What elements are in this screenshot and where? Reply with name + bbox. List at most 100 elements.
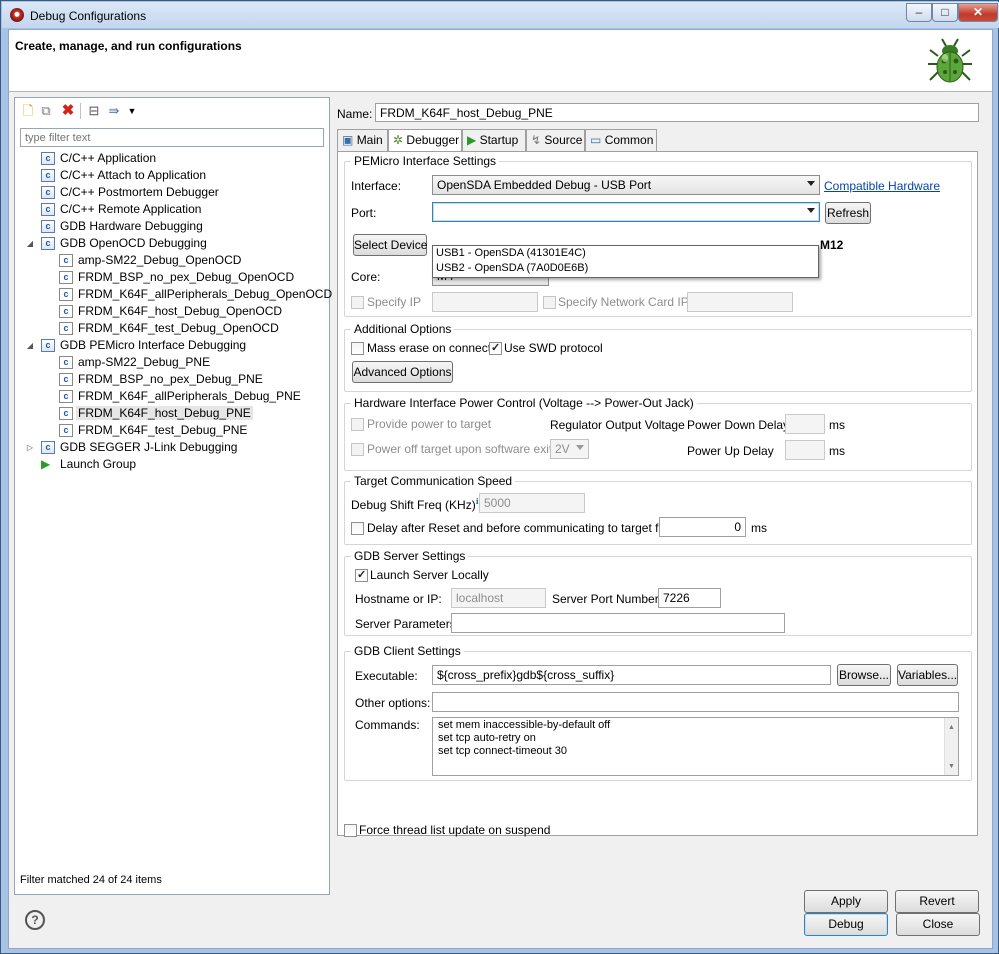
collapse-arrow-icon[interactable]: ◢ bbox=[25, 337, 35, 354]
power-up-ms-label: ms bbox=[829, 444, 845, 458]
apply-button[interactable]: Apply bbox=[804, 890, 888, 913]
other-options-field[interactable] bbox=[432, 692, 959, 712]
duplicate-config-icon[interactable]: ⧉ bbox=[39, 104, 53, 118]
collapse-arrow-icon[interactable]: ◢ bbox=[25, 235, 35, 252]
server-params-field[interactable] bbox=[451, 613, 785, 633]
close-window-button[interactable]: ✕ bbox=[958, 3, 998, 22]
specify-ip-checkbox[interactable] bbox=[351, 296, 364, 309]
tree-config-item[interactable]: c FRDM_K64F_host_Debug_OpenOCD bbox=[59, 303, 282, 320]
expand-arrow-icon[interactable]: ▷ bbox=[25, 439, 35, 456]
voltage-value: 2V bbox=[555, 442, 570, 456]
name-field[interactable]: FRDM_K64F_host_Debug_PNE bbox=[375, 103, 979, 122]
title-bar[interactable]: Debug Configurations – □ ✕ bbox=[2, 2, 999, 28]
client-group-label: GDB Client Settings bbox=[351, 644, 464, 658]
window-title: Debug Configurations bbox=[30, 9, 147, 23]
regulator-label: Regulator Output Voltage bbox=[550, 418, 685, 432]
dialog-window: Debug Configurations – □ ✕ Create, manag… bbox=[0, 0, 999, 954]
commands-textarea[interactable]: set mem inaccessible-by-default off set … bbox=[432, 717, 959, 776]
tree-config-item[interactable]: c FRDM_K64F_test_Debug_PNE bbox=[59, 422, 247, 439]
delete-config-icon[interactable]: ✖ bbox=[61, 103, 75, 118]
tree-category-item[interactable]: ◢ c GDB OpenOCD Debugging bbox=[27, 235, 207, 252]
debug-button[interactable]: Debug bbox=[804, 913, 888, 936]
config-file-icon: c bbox=[59, 373, 73, 386]
browse-button[interactable]: Browse... bbox=[837, 664, 891, 686]
tree-config-item[interactable]: c FRDM_K64F_allPeripherals_Debug_OpenOCD bbox=[59, 286, 332, 303]
power-off-label: Power off target upon software exit bbox=[367, 442, 553, 456]
commands-label: Commands: bbox=[355, 718, 420, 732]
tab-debugger[interactable]: ✲ Debugger bbox=[388, 129, 462, 152]
view-menu-chevron-down-icon[interactable]: ▼ bbox=[125, 104, 139, 118]
launch-server-locally-checkbox[interactable] bbox=[355, 568, 368, 582]
minimize-button[interactable]: – bbox=[906, 3, 932, 22]
revert-button[interactable]: Revert bbox=[895, 890, 979, 913]
shift-freq-field[interactable]: 5000 bbox=[479, 493, 585, 513]
tree-category-item[interactable]: c C/C++ Remote Application bbox=[41, 201, 201, 218]
use-swd-checkbox[interactable] bbox=[489, 341, 502, 355]
close-button[interactable]: Close bbox=[896, 913, 980, 936]
voltage-select[interactable]: 2V bbox=[550, 439, 589, 459]
tree-config-item[interactable]: c FRDM_K64F_host_Debug_PNE bbox=[59, 405, 253, 422]
new-config-icon[interactable]: 🗋 bbox=[21, 104, 35, 118]
tree-item-label: FRDM_K64F_test_Debug_PNE bbox=[78, 423, 248, 437]
server-port-field[interactable]: 7226 bbox=[658, 588, 721, 608]
delay-after-reset-checkbox[interactable] bbox=[351, 522, 364, 535]
tab-common[interactable]: ▭ Common bbox=[585, 129, 657, 151]
executable-field[interactable]: ${cross_prefix}gdb${cross_suffix} bbox=[432, 665, 831, 685]
filter-status: Filter matched 24 of 24 items bbox=[20, 874, 162, 886]
scroll-up-icon[interactable]: ▲ bbox=[948, 721, 955, 734]
tree-category-item[interactable]: c GDB Hardware Debugging bbox=[41, 218, 203, 235]
tab-startup[interactable]: ▶ Startup bbox=[462, 129, 526, 151]
select-device-button[interactable]: Select Device bbox=[353, 234, 427, 256]
port-option[interactable]: USB2 - OpenSDA (7A0D0E6B) bbox=[433, 261, 818, 276]
tab-debugger-label: Debugger bbox=[406, 133, 460, 147]
speed-group-label: Target Communication Speed bbox=[351, 474, 516, 488]
tab-main[interactable]: ▣ Main bbox=[337, 129, 388, 151]
tree-item-label: FRDM_K64F_allPeripherals_Debug_OpenOCD bbox=[78, 287, 333, 301]
tab-main-label: Main bbox=[356, 133, 383, 147]
tree-config-item[interactable]: c amp-SM22_Debug_OpenOCD bbox=[59, 252, 241, 269]
compatible-hardware-link[interactable]: Compatible Hardware bbox=[824, 179, 940, 193]
tree-category-item[interactable]: ▶ Launch Group bbox=[41, 456, 136, 473]
tree-config-item[interactable]: c FRDM_K64F_allPeripherals_Debug_PNE bbox=[59, 388, 301, 405]
tree-category-item[interactable]: c C/C++ Application bbox=[41, 150, 156, 167]
power-down-delay-field[interactable] bbox=[785, 414, 825, 434]
tree-config-item[interactable]: c FRDM_BSP_no_pex_Debug_PNE bbox=[59, 371, 263, 388]
refresh-button[interactable]: Refresh bbox=[825, 202, 871, 224]
power-up-delay-field[interactable] bbox=[785, 440, 825, 460]
variables-button[interactable]: Variables... bbox=[897, 664, 958, 686]
interface-label: Interface: bbox=[351, 179, 402, 193]
commands-scrollbar[interactable]: ▲ ▼ bbox=[944, 718, 958, 775]
pemicro-settings-group: PEMicro Interface Settings Interface: Op… bbox=[344, 154, 972, 317]
specify-nic-checkbox[interactable] bbox=[543, 296, 556, 309]
ip-field[interactable] bbox=[432, 292, 538, 312]
scroll-down-icon[interactable]: ▼ bbox=[948, 760, 955, 773]
advanced-options-button[interactable]: Advanced Options bbox=[352, 361, 453, 383]
filter-config-icon[interactable]: ⇛ bbox=[107, 104, 121, 118]
tree-category-item[interactable]: ▷ c GDB SEGGER J-Link Debugging bbox=[27, 439, 237, 456]
delay-field[interactable]: 0 bbox=[659, 517, 746, 537]
config-type-icon: c bbox=[41, 152, 55, 165]
force-thread-update-checkbox[interactable] bbox=[344, 824, 357, 837]
provide-power-checkbox[interactable] bbox=[351, 418, 364, 431]
tab-source[interactable]: ↯ Source bbox=[526, 129, 585, 151]
port-select[interactable] bbox=[432, 202, 820, 222]
hostname-field[interactable]: localhost bbox=[451, 588, 546, 608]
tree-category-item[interactable]: c C/C++ Attach to Application bbox=[41, 167, 206, 184]
filter-input[interactable] bbox=[20, 128, 324, 147]
collapse-all-icon[interactable]: ⊟ bbox=[87, 104, 101, 118]
config-file-icon: c bbox=[59, 390, 73, 403]
tree-config-item[interactable]: c amp-SM22_Debug_PNE bbox=[59, 354, 210, 371]
port-option[interactable]: USB1 - OpenSDA (41301E4C) bbox=[433, 246, 818, 261]
tree-item-label: amp-SM22_Debug_PNE bbox=[78, 355, 211, 369]
tree-category-item[interactable]: ◢ c GDB PEMicro Interface Debugging bbox=[27, 337, 246, 354]
tree-config-item[interactable]: c FRDM_BSP_no_pex_Debug_OpenOCD bbox=[59, 269, 294, 286]
tree-config-item[interactable]: c FRDM_K64F_test_Debug_OpenOCD bbox=[59, 320, 279, 337]
tree-category-item[interactable]: c C/C++ Postmortem Debugger bbox=[41, 184, 219, 201]
power-off-checkbox[interactable] bbox=[351, 443, 364, 456]
help-icon[interactable]: ? bbox=[25, 910, 45, 930]
maximize-button[interactable]: □ bbox=[932, 3, 958, 22]
interface-select[interactable]: OpenSDA Embedded Debug - USB Port bbox=[432, 175, 820, 195]
mass-erase-checkbox[interactable] bbox=[351, 342, 364, 355]
configuration-list-pane: 🗋 ⧉ ✖ ⊟ ⇛ ▼ c C/C++ Application c C/C++ Att… bbox=[14, 97, 332, 895]
nic-ip-field[interactable] bbox=[687, 292, 793, 312]
